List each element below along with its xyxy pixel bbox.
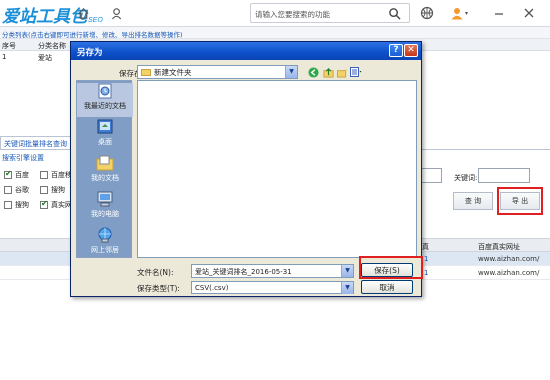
checkbox-box <box>40 199 48 209</box>
filetype-value: CSV(.csv) <box>195 284 229 292</box>
place-label: 网上邻居 <box>91 246 119 254</box>
chevron-down-icon[interactable]: ▼ <box>341 265 353 277</box>
help-button[interactable]: ? <box>389 44 403 57</box>
checkbox-label: 真实网 <box>51 201 72 209</box>
checkbox-box <box>4 186 12 194</box>
account-dropdown-icon[interactable]: ▾ <box>465 10 468 17</box>
recent-documents-icon <box>98 83 112 99</box>
column-header-real-url: 百度真实网址 <box>478 243 520 251</box>
place-desktop[interactable]: 桌面 <box>77 119 133 153</box>
checkbox-label: 百度移 <box>51 171 72 179</box>
column-header-category: 分类名称 <box>38 42 66 50</box>
place-network[interactable]: 网上邻居 <box>77 227 133 261</box>
place-recent-documents[interactable]: 我最近的文档 <box>77 83 133 117</box>
checkbox-box <box>40 171 48 179</box>
filename-label: 文件名(N): <box>137 268 174 277</box>
file-list[interactable] <box>137 80 417 258</box>
row-rank: 1 <box>424 269 429 277</box>
column-header-index: 序号 <box>2 42 16 50</box>
place-label: 我的文档 <box>91 174 119 182</box>
place-label: 桌面 <box>98 138 112 146</box>
filetype-label: 保存类型(T): <box>137 284 180 293</box>
place-label: 我的电脑 <box>91 210 119 218</box>
checkbox-baidu[interactable]: 百度 <box>4 169 29 180</box>
folder-icon <box>141 68 151 76</box>
network-places-icon <box>98 227 112 243</box>
checkbox-label: 谷歌 <box>15 186 29 194</box>
checkbox-sogou[interactable]: 搜狗 <box>40 185 65 195</box>
filetype-select[interactable]: CSV(.csv) ▼ <box>191 281 354 294</box>
places-bar: 我最近的文档 桌面 我的文档 我的电脑 网上邻居 <box>76 80 133 261</box>
checkbox-baidu-mobile[interactable]: 百度移 <box>40 170 72 180</box>
minimize-icon[interactable] <box>490 4 508 22</box>
place-label: 我最近的文档 <box>84 102 126 110</box>
desktop-icon <box>97 119 113 134</box>
account-icon[interactable] <box>448 4 466 22</box>
checkbox-real-url[interactable]: 真实网 <box>40 199 72 210</box>
filename-value: 爱站_关键词排名_2016-05-31 <box>195 268 292 276</box>
query-button[interactable]: 查 询 <box>453 192 493 210</box>
keyword-filter-input[interactable] <box>420 168 442 183</box>
keyword-label: 关键词: <box>454 174 478 182</box>
dialog-close-button[interactable]: ✕ <box>404 44 418 57</box>
checkbox-box <box>40 186 48 194</box>
row-url: www.aizhan.com/ <box>478 255 540 263</box>
chevron-down-icon[interactable]: ▼ <box>285 66 297 78</box>
checkbox-label: 搜狗 <box>15 201 29 209</box>
back-icon[interactable] <box>307 66 319 78</box>
checkbox-google[interactable]: 谷歌 <box>4 185 29 195</box>
checkbox-sogou-2[interactable]: 搜狗 <box>4 200 29 210</box>
user-icon[interactable] <box>108 4 126 22</box>
row-index: 1 <box>2 53 7 61</box>
place-my-computer[interactable]: 我的电脑 <box>77 191 133 225</box>
basketball-icon[interactable] <box>418 4 436 22</box>
up-folder-icon[interactable] <box>322 66 334 78</box>
save-in-value: 新建文件夹 <box>154 67 192 77</box>
my-documents-icon <box>96 155 114 171</box>
new-folder-icon[interactable] <box>336 66 348 78</box>
dialog-title: 另存为 <box>71 42 421 60</box>
checkbox-label: 百度 <box>15 171 29 179</box>
view-menu-icon[interactable] <box>350 66 362 78</box>
search-engine-settings-title: 搜索引擎设置 <box>2 154 44 162</box>
category-hint: 分类列表(点击右键即可进行新增、修改、导出排名数据等操作) <box>0 27 550 39</box>
filename-input[interactable]: 爱站_关键词排名_2016-05-31 ▼ <box>191 264 354 278</box>
my-computer-icon <box>97 191 113 207</box>
checkbox-label: 搜狗 <box>51 186 65 194</box>
home-icon[interactable] <box>74 4 92 22</box>
cancel-button[interactable]: 取消 <box>361 280 413 294</box>
keyword-input[interactable] <box>478 168 530 183</box>
column-header-rank: 真 <box>422 243 429 251</box>
row-url: www.aizhan.com/ <box>478 269 540 277</box>
row-rank: 1 <box>424 255 429 263</box>
checkbox-box <box>4 201 12 209</box>
save-highlight <box>359 256 423 279</box>
chevron-down-icon[interactable]: ▼ <box>341 282 353 294</box>
close-icon[interactable] <box>520 4 538 22</box>
export-highlight <box>497 187 543 215</box>
row-category: 爱站 <box>38 54 52 62</box>
save-in-dropdown[interactable]: 新建文件夹 ▼ <box>137 65 298 79</box>
place-my-documents[interactable]: 我的文档 <box>77 155 133 189</box>
search-icon[interactable] <box>385 4 403 22</box>
checkbox-box <box>4 169 12 179</box>
